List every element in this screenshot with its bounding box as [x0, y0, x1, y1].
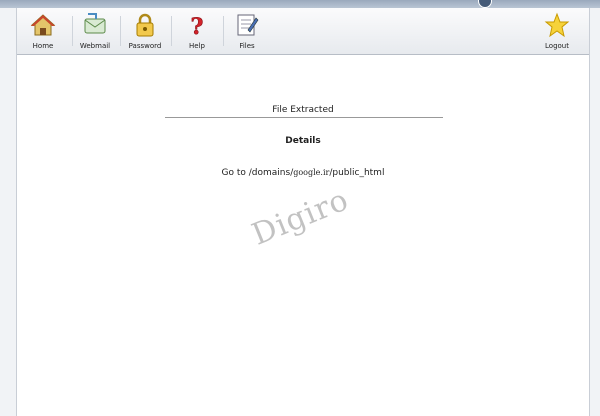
- star-icon: [544, 12, 570, 38]
- app-window: Home Webmail Password ? Help Files Logou…: [0, 0, 600, 416]
- question-icon: ?: [184, 12, 210, 41]
- toolbar-logout-label: Logout: [545, 42, 569, 50]
- toolbar-webmail-label: Webmail: [79, 42, 111, 50]
- mail-icon: [82, 12, 108, 38]
- toolbar-home[interactable]: Home: [19, 12, 67, 54]
- toolbar-password-label: Password: [128, 42, 162, 50]
- content-area: File Extracted Details Go to /domains/go…: [17, 55, 589, 416]
- toolbar-divider: [171, 16, 172, 46]
- toolbar: Home Webmail Password ? Help Files Logou…: [17, 8, 589, 55]
- status-message: File Extracted: [272, 105, 334, 115]
- status-dot: [478, 0, 492, 8]
- toolbar-webmail[interactable]: Webmail: [71, 12, 119, 54]
- files-icon: [234, 12, 260, 38]
- toolbar-logout[interactable]: Logout: [533, 12, 581, 54]
- svg-text:?: ?: [191, 14, 204, 38]
- toolbar-files[interactable]: Files: [223, 12, 271, 54]
- toolbar-home-label: Home: [32, 42, 54, 50]
- toolbar-help[interactable]: ? Help: [173, 12, 221, 54]
- toolbar-password[interactable]: Password: [121, 12, 169, 54]
- details-heading: Details: [285, 136, 321, 146]
- home-icon: [30, 12, 56, 38]
- goto-prefix: Go to /domains/: [221, 168, 294, 178]
- lock-icon: [132, 12, 158, 38]
- goto-domain: google.ir: [293, 168, 330, 177]
- goto-suffix: /public_html: [329, 168, 385, 178]
- divider: [165, 117, 443, 118]
- toolbar-help-label: Help: [189, 42, 205, 50]
- toolbar-files-label: Files: [239, 42, 255, 50]
- top-band: [0, 0, 600, 8]
- goto-path: Go to /domains/google.ir/public_html: [17, 168, 589, 178]
